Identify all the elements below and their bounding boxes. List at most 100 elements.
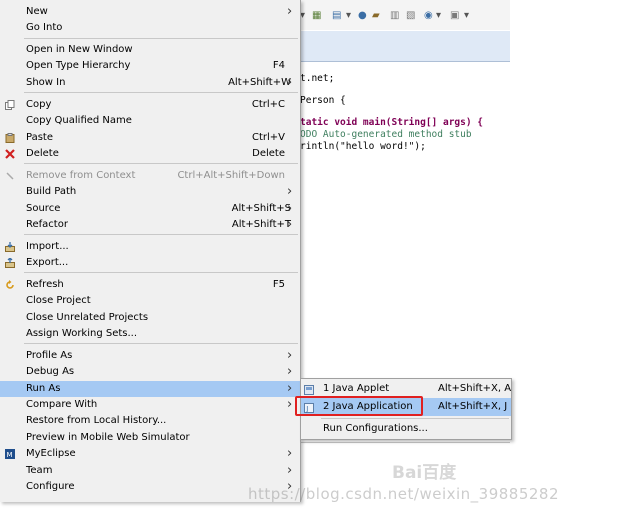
menu-item-preview-in-mobile-web-simulator[interactable]: Preview in Mobile Web Simulator	[0, 430, 300, 446]
menu-item-assign-working-sets[interactable]: Assign Working Sets...	[0, 326, 300, 342]
search-icon[interactable]: ◉	[424, 9, 433, 23]
menu-item-label: Refresh	[26, 279, 64, 290]
submenu-item-shortcut: Alt+Shift+X, A	[438, 383, 512, 394]
menu-item-export[interactable]: Export...	[0, 255, 300, 271]
menu-item-label: Team	[26, 465, 53, 476]
menu-item-open-type-hierarchy[interactable]: Open Type Hierarchy F4	[0, 58, 300, 74]
menu-item-label: Go Into	[26, 22, 63, 33]
menu-item-paste[interactable]: Paste Ctrl+V	[0, 130, 300, 146]
properties-icon[interactable]: ▧	[406, 9, 415, 23]
menu-item-label: Delete	[26, 148, 59, 159]
menu-separator	[24, 92, 298, 93]
myeclipse-icon: M	[5, 449, 15, 459]
menu-item-profile-as[interactable]: Profile As ›	[0, 348, 300, 364]
menu-item-label: New	[26, 6, 48, 17]
submenu-arrow-icon: ›	[287, 217, 293, 232]
menu-item-label: Import...	[26, 241, 69, 252]
menu-item-import[interactable]: Import...	[0, 239, 300, 255]
menu-item-debug-as[interactable]: Debug As ›	[0, 364, 300, 380]
menu-item-label: Source	[26, 203, 61, 214]
menu-item-label: Open Type Hierarchy	[26, 60, 131, 71]
menu-separator	[24, 272, 298, 273]
submenu-item-run-configurations[interactable]: Run Configurations...	[301, 420, 511, 438]
menu-item-shortcut: Ctrl+C	[251, 99, 285, 110]
menu-item-label: MyEclipse	[26, 448, 76, 459]
menu-item-shortcut: Alt+Shift+T	[231, 219, 291, 230]
dropdown-arrow-icon[interactable]: ▾	[346, 9, 351, 23]
menu-item-go-into[interactable]: Go Into	[0, 20, 300, 36]
menu-item-new[interactable]: New ›	[0, 4, 300, 20]
submenu-arrow-icon: ›	[287, 348, 293, 363]
remove-context-icon	[5, 171, 15, 181]
menu-item-remove-from-context: Remove from Context Ctrl+Alt+Shift+Down	[0, 168, 300, 184]
menu-item-label: Restore from Local History...	[26, 415, 167, 426]
menu-item-show-in[interactable]: Show In Alt+Shift+W ›	[0, 75, 300, 91]
menu-item-refactor[interactable]: Refactor Alt+Shift+T ›	[0, 217, 300, 233]
code-line: t.net;	[300, 73, 335, 84]
callout-box	[295, 396, 423, 416]
menu-item-team[interactable]: Team ›	[0, 463, 300, 479]
menu-item-myeclipse[interactable]: M MyEclipse ›	[0, 446, 300, 462]
globe-icon[interactable]: ●	[358, 9, 367, 23]
menu-separator	[24, 343, 298, 344]
menu-separator	[24, 163, 298, 164]
menu-item-label: Compare With	[26, 399, 98, 410]
code-line: tatic void main(String[] args) {	[300, 117, 484, 128]
submenu-arrow-icon: ›	[287, 446, 293, 461]
menu-item-label: Show In	[26, 77, 66, 88]
menu-item-refresh[interactable]: Refresh F5	[0, 277, 300, 293]
menu-item-run-as[interactable]: Run As ›	[0, 381, 300, 397]
menu-item-close-project[interactable]: Close Project	[0, 293, 300, 309]
submenu-arrow-icon: ›	[287, 364, 293, 379]
menu-item-label: Paste	[26, 132, 53, 143]
delete-icon	[5, 149, 15, 159]
code-line: Person {	[300, 95, 346, 107]
menu-item-label: Preview in Mobile Web Simulator	[26, 432, 190, 443]
menu-item-label: Remove from Context	[26, 170, 136, 181]
menu-item-copy-qualified-name[interactable]: Copy Qualified Name	[0, 113, 300, 129]
code-line: rintln("hello word!");	[300, 141, 426, 152]
submenu-item-shortcut: Alt+Shift+X, J	[438, 401, 508, 412]
menu-item-compare-with[interactable]: Compare With ›	[0, 397, 300, 413]
menu-item-close-unrelated-projects[interactable]: Close Unrelated Projects	[0, 310, 300, 326]
copy-icon	[5, 100, 15, 110]
menu-item-label: Close Unrelated Projects	[26, 312, 149, 323]
menu-item-copy[interactable]: Copy Ctrl+C	[0, 97, 300, 113]
menu-item-label: Profile As	[26, 350, 73, 361]
export-icon	[5, 257, 15, 268]
deploy-icon[interactable]: ▤	[332, 9, 341, 23]
new-server-icon[interactable]: ▦	[312, 9, 321, 23]
java-applet-icon	[304, 384, 314, 395]
console-icon[interactable]: ▣	[450, 9, 459, 23]
submenu-separator	[321, 418, 509, 419]
menu-item-restore-from-local-history[interactable]: Restore from Local History...	[0, 413, 300, 429]
editor-tab-bar	[300, 31, 510, 62]
menu-item-shortcut: F5	[272, 279, 285, 290]
submenu-arrow-icon: ›	[287, 463, 293, 478]
dropdown-arrow-icon[interactable]: ▾	[464, 9, 469, 23]
code-line: ODO Auto-generated method stub	[300, 129, 472, 140]
dropdown-arrow-icon[interactable]: ▾	[436, 9, 441, 23]
paste-icon	[5, 133, 15, 143]
svg-text:M: M	[7, 451, 13, 459]
import-icon	[5, 242, 15, 252]
menu-item-delete[interactable]: Delete Delete	[0, 146, 300, 162]
menu-item-label: Open in New Window	[26, 44, 133, 55]
submenu-item-label: Run Configurations...	[323, 423, 428, 434]
menu-item-label: Copy Qualified Name	[26, 115, 132, 126]
menu-item-source[interactable]: Source Alt+Shift+S ›	[0, 201, 300, 217]
toolbar-icons: ▾ ▦ ▤ ▾ ● ▰ ▥ ▧ ◉ ▾ ▣ ▾	[300, 9, 510, 23]
menu-item-label: Debug As	[26, 366, 75, 377]
submenu-arrow-icon: ›	[287, 4, 293, 19]
submenu-arrow-icon: ›	[287, 75, 293, 90]
open-folder-icon[interactable]: ▰	[372, 9, 380, 23]
menu-item-open-in-new-window[interactable]: Open in New Window	[0, 42, 300, 58]
submenu-arrow-icon: ›	[287, 201, 293, 216]
menu-item-label: Refactor	[26, 219, 68, 230]
submenu-arrow-icon: ›	[287, 397, 293, 412]
bookmark-icon[interactable]: ▥	[390, 9, 399, 23]
refresh-icon	[5, 280, 15, 290]
context-menu: New › Go Into Open in New Window Open Type H…	[0, 0, 301, 502]
menu-item-build-path[interactable]: Build Path ›	[0, 184, 300, 200]
menu-item-shortcut: Alt+Shift+S	[231, 203, 291, 214]
